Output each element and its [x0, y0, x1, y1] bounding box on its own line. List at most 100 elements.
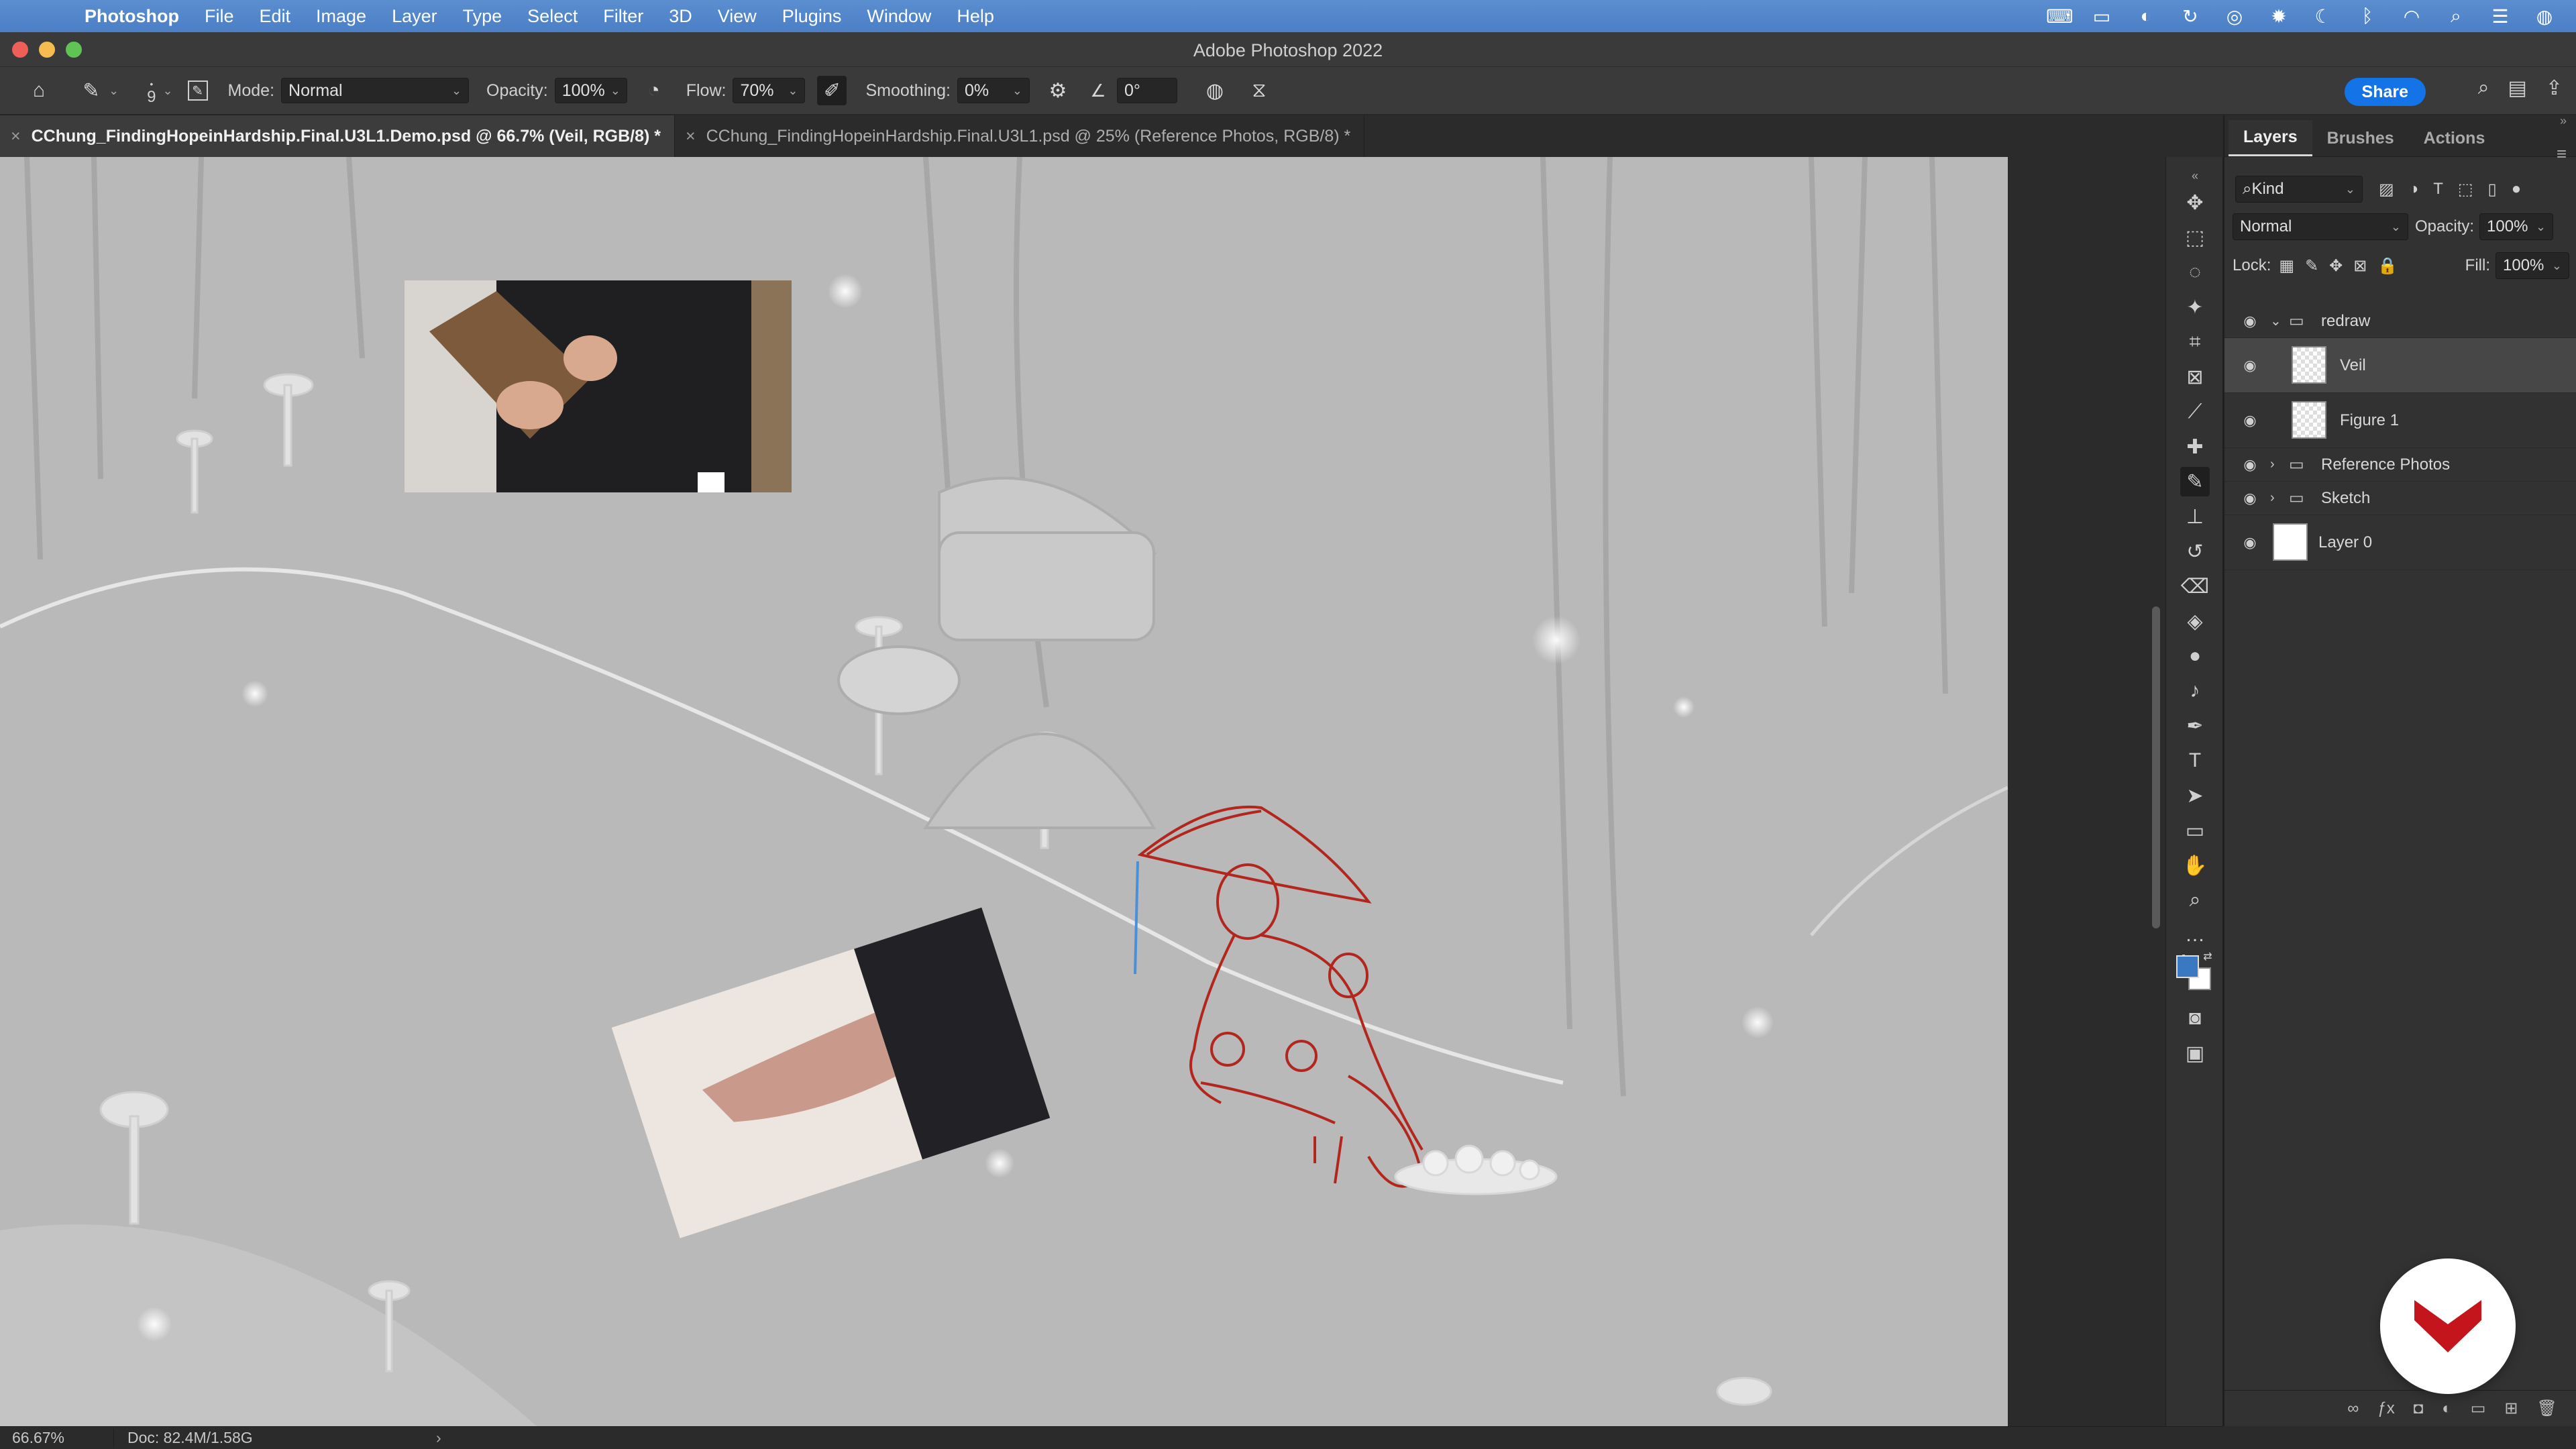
marquee-tool-icon[interactable]: ⬚	[2180, 223, 2210, 252]
close-icon[interactable]: ×	[686, 127, 696, 146]
filter-toggle-icon[interactable]: ●	[2512, 180, 2522, 199]
frame-tool-icon[interactable]: ⊠	[2180, 362, 2210, 392]
settings-icon[interactable]: ✹	[2267, 5, 2290, 28]
brush-preset-icon[interactable]: ✎	[76, 76, 106, 105]
blur-tool-icon[interactable]: ●	[2180, 641, 2210, 671]
clone-stamp-tool-icon[interactable]: ⊥	[2180, 502, 2210, 531]
rectangle-tool-icon[interactable]: ▭	[2180, 816, 2210, 845]
menu-app-name[interactable]: Photoshop	[85, 6, 179, 27]
smart-object-filter-icon[interactable]: ▯	[2488, 180, 2497, 199]
pen-tool-icon[interactable]: ✒	[2180, 711, 2210, 741]
eye-icon[interactable]: ◉	[2239, 357, 2261, 374]
canvas-area[interactable]	[0, 157, 2147, 1426]
search-icon[interactable]: ⌕	[2478, 76, 2489, 100]
lock-position-icon[interactable]: ✥	[2329, 256, 2343, 276]
status-more-arrow[interactable]: ›	[436, 1429, 441, 1447]
wifi-icon[interactable]: ◠	[2400, 5, 2423, 28]
lock-transparent-icon[interactable]: ▦	[2279, 256, 2294, 276]
vertical-scrollbar[interactable]	[2147, 157, 2165, 1426]
chevron-right-icon[interactable]: ›	[2270, 490, 2275, 506]
vertical-scroll-thumb[interactable]	[2152, 606, 2160, 928]
home-icon[interactable]: ⌂	[24, 76, 54, 105]
menu-select[interactable]: Select	[527, 6, 578, 27]
menu-file[interactable]: File	[205, 6, 234, 27]
sync-icon[interactable]: ◐	[2135, 5, 2157, 27]
control-center-icon[interactable]: ☰	[2489, 5, 2512, 28]
keyboard-icon[interactable]: ⌨	[2046, 5, 2073, 28]
foreground-color-swatch[interactable]	[2176, 955, 2199, 978]
lasso-tool-icon[interactable]: ◌	[2180, 258, 2210, 287]
menu-type[interactable]: Type	[463, 6, 502, 27]
type-filter-icon[interactable]: T	[2433, 180, 2443, 199]
workspace-icon[interactable]: ▤	[2508, 76, 2527, 100]
brush-tool-icon[interactable]: ✎	[2180, 467, 2210, 496]
angle-icon[interactable]: ∠	[1083, 76, 1113, 105]
menu-3d[interactable]: 3D	[669, 6, 692, 27]
artboard[interactable]	[0, 157, 2008, 1426]
collapse-toolbar-icon[interactable]	[2206, 170, 2220, 184]
history-brush-tool-icon[interactable]: ↺	[2180, 537, 2210, 566]
layer-style-icon[interactable]: ƒx	[2377, 1399, 2394, 1418]
chevron-right-icon[interactable]: ›	[2270, 457, 2275, 472]
layer-row-reference-photos[interactable]: ◉ › ▭ Reference Photos	[2224, 448, 2576, 482]
lock-all-icon[interactable]: 🔒	[2377, 256, 2398, 276]
mode-select[interactable]: Normal ⌄	[281, 78, 470, 103]
paint-bucket-tool-icon[interactable]: ◈	[2180, 606, 2210, 636]
move-tool-icon[interactable]: ✥	[2180, 188, 2210, 217]
shape-filter-icon[interactable]: ⬚	[2458, 180, 2473, 199]
layer-row-veil[interactable]: ◉ Veil	[2224, 338, 2576, 393]
refresh-icon[interactable]: ↻	[2179, 5, 2202, 28]
adjustment-layer-icon[interactable]: ◐	[2442, 1399, 2452, 1418]
dodge-tool-icon[interactable]: ♪	[2180, 676, 2210, 706]
eraser-tool-icon[interactable]: ⌫	[2180, 572, 2210, 601]
link-layers-icon[interactable]: ∞	[2347, 1399, 2359, 1418]
pressure-size-icon[interactable]: ◍	[1200, 76, 1230, 105]
crop-tool-icon[interactable]: ⌗	[2180, 327, 2210, 357]
lock-pixels-icon[interactable]: ✎	[2305, 256, 2318, 276]
tab-layers[interactable]: Layers	[2229, 120, 2312, 156]
hand-tool-icon[interactable]: ✋	[2180, 851, 2210, 880]
fill-input[interactable]: 100% ⌄	[2496, 252, 2569, 279]
share-button[interactable]: Share	[2344, 78, 2426, 106]
new-group-icon[interactable]: ▭	[2471, 1399, 2486, 1418]
tab-actions[interactable]: Actions	[2409, 120, 2500, 156]
layer-row-sketch[interactable]: ◉ › ▭ Sketch	[2224, 482, 2576, 515]
blend-mode-select[interactable]: Normal ⌄	[2233, 213, 2408, 240]
eye-icon[interactable]: ◉	[2239, 534, 2261, 551]
display-icon[interactable]: ▭	[2090, 5, 2113, 28]
symmetry-icon[interactable]: ⧖	[1244, 76, 1274, 105]
type-tool-icon[interactable]: T	[2180, 746, 2210, 775]
eye-icon[interactable]: ◉	[2239, 490, 2261, 507]
smoothing-input[interactable]: 0% ⌄	[957, 78, 1030, 103]
bluetooth-icon[interactable]: ᛒ	[2356, 5, 2379, 27]
swap-colors-icon[interactable]: ⇄	[2200, 949, 2216, 965]
chevron-down-icon[interactable]: ⌄	[109, 84, 119, 98]
eye-icon[interactable]: ◉	[2239, 456, 2261, 474]
menu-image[interactable]: Image	[316, 6, 366, 27]
more-tools-icon[interactable]: …	[2180, 920, 2210, 950]
zoom-tool-icon[interactable]: ⌕	[2180, 885, 2210, 915]
healing-brush-tool-icon[interactable]: ✚	[2180, 432, 2210, 462]
zoom-level[interactable]: 66.67%	[0, 1429, 114, 1447]
siri-icon[interactable]: ◍	[2533, 5, 2556, 28]
airbrush-icon[interactable]: ✐	[817, 76, 847, 105]
screen-mode-icon[interactable]: ▣	[2180, 1038, 2210, 1068]
magic-wand-tool-icon[interactable]: ✦	[2180, 292, 2210, 322]
vpn-icon[interactable]: ◎	[2223, 5, 2246, 28]
menu-plugins[interactable]: Plugins	[782, 6, 842, 27]
moon-icon[interactable]: ☾	[2312, 5, 2334, 28]
collapse-toolbar-icon[interactable]: «	[2180, 169, 2210, 182]
menu-view[interactable]: View	[718, 6, 757, 27]
panel-menu-icon[interactable]: ≡	[2557, 144, 2567, 164]
close-icon[interactable]: ×	[11, 127, 21, 146]
pixel-filter-icon[interactable]: ▨	[2379, 180, 2394, 199]
chevron-down-icon[interactable]: ⌄	[2270, 313, 2282, 329]
layer-filter-select[interactable]: ⌕Kind ⌄	[2235, 176, 2363, 203]
layer-row-redraw[interactable]: ◉ ⌄ ▭ redraw	[2224, 305, 2576, 338]
collapse-panel-icon[interactable]: »	[2560, 114, 2567, 128]
gear-icon[interactable]: ⚙	[1043, 76, 1073, 105]
menu-help[interactable]: Help	[957, 6, 994, 27]
brush-settings-icon[interactable]: ✎	[187, 80, 208, 101]
menu-filter[interactable]: Filter	[603, 6, 643, 27]
path-selection-tool-icon[interactable]: ➤	[2180, 781, 2210, 810]
